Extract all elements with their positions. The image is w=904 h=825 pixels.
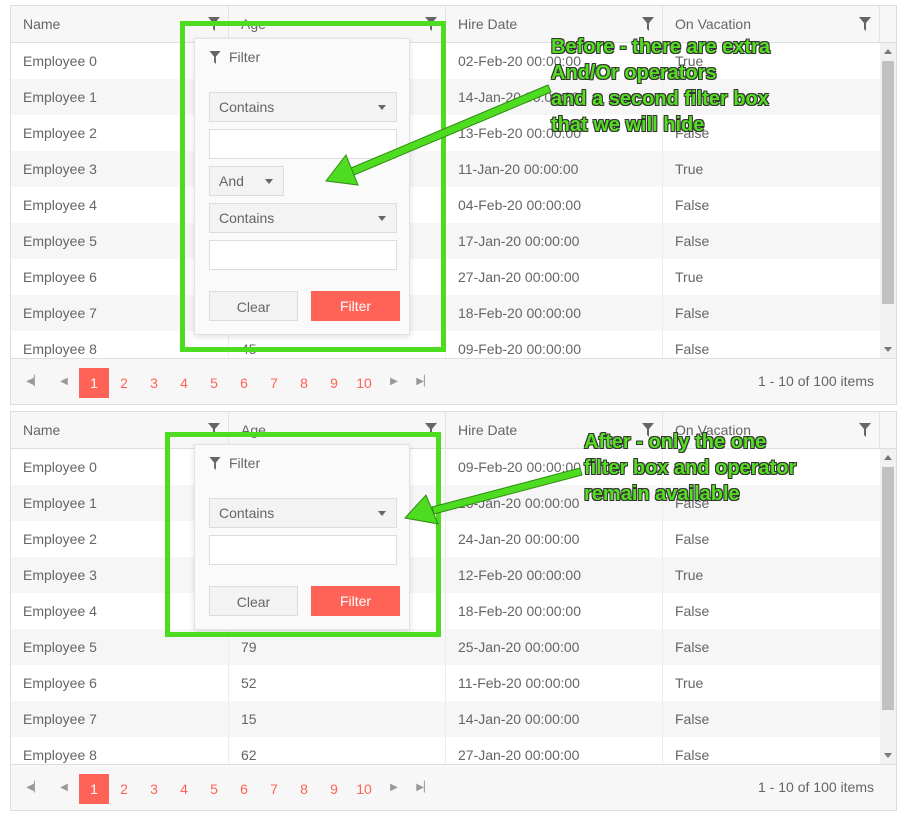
page-button-7[interactable]: 7 bbox=[259, 774, 289, 804]
arrow-right-icon[interactable]: ▶ bbox=[384, 372, 404, 392]
scroll-down-icon[interactable] bbox=[884, 753, 892, 758]
scroll-up-icon[interactable] bbox=[884, 49, 892, 54]
cell-hire-date: 09-Feb-20 00:00:00 bbox=[446, 331, 663, 358]
filter-icon[interactable] bbox=[642, 17, 654, 31]
cell-hire-date: 04-Feb-20 00:00:00 bbox=[446, 187, 663, 223]
cell-age: 62 bbox=[229, 737, 446, 764]
scroll-up-icon[interactable] bbox=[884, 455, 892, 460]
cell-on-vacation: False bbox=[675, 747, 710, 763]
seek-last-icon[interactable]: ▶▏ bbox=[414, 372, 434, 392]
cell-hire-date: 18-Feb-20 00:00:00 bbox=[446, 593, 663, 629]
seek-first-icon[interactable]: ◀▏ bbox=[24, 778, 44, 798]
cell-hire-date: 11-Feb-20 00:00:00 bbox=[446, 665, 663, 701]
header-scroll-spacer bbox=[880, 6, 896, 43]
cell-on-vacation: False bbox=[675, 531, 710, 547]
table-row[interactable]: Employee 6 52 11-Feb-20 00:00:00 True bbox=[11, 665, 880, 701]
cell-hire-date: 11-Jan-20 00:00:00 bbox=[446, 151, 663, 187]
cell-hire-date: 14-Jan-20 00:00:00 bbox=[446, 701, 663, 737]
cell-name: Employee 8 bbox=[11, 737, 229, 764]
table-row[interactable]: Employee 4 18-Feb-20 00:00:00 False bbox=[11, 593, 880, 629]
arrow-left-icon[interactable]: ◀ bbox=[54, 778, 74, 798]
page-button-3[interactable]: 3 bbox=[139, 774, 169, 804]
page-button-1[interactable]: 1 bbox=[79, 368, 109, 398]
page-button-9[interactable]: 9 bbox=[319, 774, 349, 804]
scrollbar-thumb[interactable] bbox=[882, 61, 894, 304]
pager-info: 1 - 10 of 100 items bbox=[758, 779, 874, 795]
cell-hire-date: 18-Feb-20 00:00:00 bbox=[446, 295, 663, 331]
pager: ◀▏ ◀ 1 2 3 4 5 6 7 8 9 10 ▶ ▶▏ 1 - 10 of… bbox=[11, 358, 896, 404]
page-button-4[interactable]: 4 bbox=[169, 774, 199, 804]
page-button-10[interactable]: 10 bbox=[349, 774, 379, 804]
cell-on-vacation: False bbox=[675, 603, 710, 619]
page-button-2[interactable]: 2 bbox=[109, 368, 139, 398]
seek-last-icon[interactable]: ▶▏ bbox=[414, 778, 434, 798]
pager-info: 1 - 10 of 100 items bbox=[758, 373, 874, 389]
cell-on-vacation: True bbox=[675, 161, 704, 177]
page-button-8[interactable]: 8 bbox=[289, 774, 319, 804]
annotation-before: Before - there are extra And/Or operator… bbox=[551, 36, 770, 136]
page-button-9[interactable]: 9 bbox=[319, 368, 349, 398]
pager: ◀▏ ◀ 1 2 3 4 5 6 7 8 9 10 ▶ ▶▏ 1 - 10 of… bbox=[11, 764, 896, 810]
cell-on-vacation: False bbox=[675, 711, 710, 727]
annotation-after: After - only the one filter box and oper… bbox=[584, 431, 797, 505]
page-button-6[interactable]: 6 bbox=[229, 368, 259, 398]
page-button-8[interactable]: 8 bbox=[289, 368, 319, 398]
cell-hire-date: 24-Jan-20 00:00:00 bbox=[446, 521, 663, 557]
table-row[interactable]: Employee 5 79 25-Jan-20 00:00:00 False bbox=[11, 629, 880, 665]
highlight-box-before bbox=[180, 21, 446, 352]
cell-on-vacation: False bbox=[675, 305, 710, 321]
table-row[interactable]: Employee 8 62 27-Jan-20 00:00:00 False bbox=[11, 737, 880, 764]
arrow-right-icon[interactable]: ▶ bbox=[384, 778, 404, 798]
cell-on-vacation: True bbox=[675, 567, 704, 583]
page-button-1[interactable]: 1 bbox=[79, 774, 109, 804]
cell-name: Employee 7 bbox=[11, 701, 229, 737]
cell-hire-date: 17-Jan-20 00:00:00 bbox=[446, 223, 663, 259]
filter-icon[interactable] bbox=[859, 17, 871, 31]
page-button-6[interactable]: 6 bbox=[229, 774, 259, 804]
cell-name: Employee 6 bbox=[11, 665, 229, 701]
cell-on-vacation: False bbox=[675, 639, 710, 655]
page-button-5[interactable]: 5 bbox=[199, 774, 229, 804]
page-button-7[interactable]: 7 bbox=[259, 368, 289, 398]
page-button-5[interactable]: 5 bbox=[199, 368, 229, 398]
vertical-scrollbar[interactable] bbox=[880, 449, 896, 764]
table-row[interactable]: Employee 3 12-Feb-20 00:00:00 True bbox=[11, 557, 880, 593]
cell-hire-date: 25-Jan-20 00:00:00 bbox=[446, 629, 663, 665]
page-button-2[interactable]: 2 bbox=[109, 774, 139, 804]
scrollbar-thumb[interactable] bbox=[882, 467, 894, 710]
scroll-down-icon[interactable] bbox=[884, 347, 892, 352]
cell-on-vacation: False bbox=[675, 341, 710, 357]
header-scroll-spacer bbox=[880, 412, 896, 449]
page-button-10[interactable]: 10 bbox=[349, 368, 379, 398]
vertical-scrollbar[interactable] bbox=[880, 43, 896, 358]
cell-on-vacation: False bbox=[675, 197, 710, 213]
page-button-3[interactable]: 3 bbox=[139, 368, 169, 398]
filter-icon[interactable] bbox=[859, 423, 871, 437]
cell-on-vacation: True bbox=[675, 675, 704, 691]
cell-hire-date: 27-Jan-20 00:00:00 bbox=[446, 259, 663, 295]
arrow-left-icon[interactable]: ◀ bbox=[54, 372, 74, 392]
cell-age: 52 bbox=[229, 665, 446, 701]
cell-on-vacation: True bbox=[675, 269, 704, 285]
cell-on-vacation: False bbox=[675, 233, 710, 249]
highlight-box-after bbox=[165, 432, 441, 637]
cell-hire-date: 12-Feb-20 00:00:00 bbox=[446, 557, 663, 593]
seek-first-icon[interactable]: ◀▏ bbox=[24, 372, 44, 392]
page-button-4[interactable]: 4 bbox=[169, 368, 199, 398]
table-row[interactable]: Employee 2 24-Jan-20 00:00:00 False bbox=[11, 521, 880, 557]
table-row[interactable]: Employee 7 15 14-Jan-20 00:00:00 False bbox=[11, 701, 880, 737]
cell-hire-date: 27-Jan-20 00:00:00 bbox=[446, 737, 663, 764]
cell-age: 15 bbox=[229, 701, 446, 737]
